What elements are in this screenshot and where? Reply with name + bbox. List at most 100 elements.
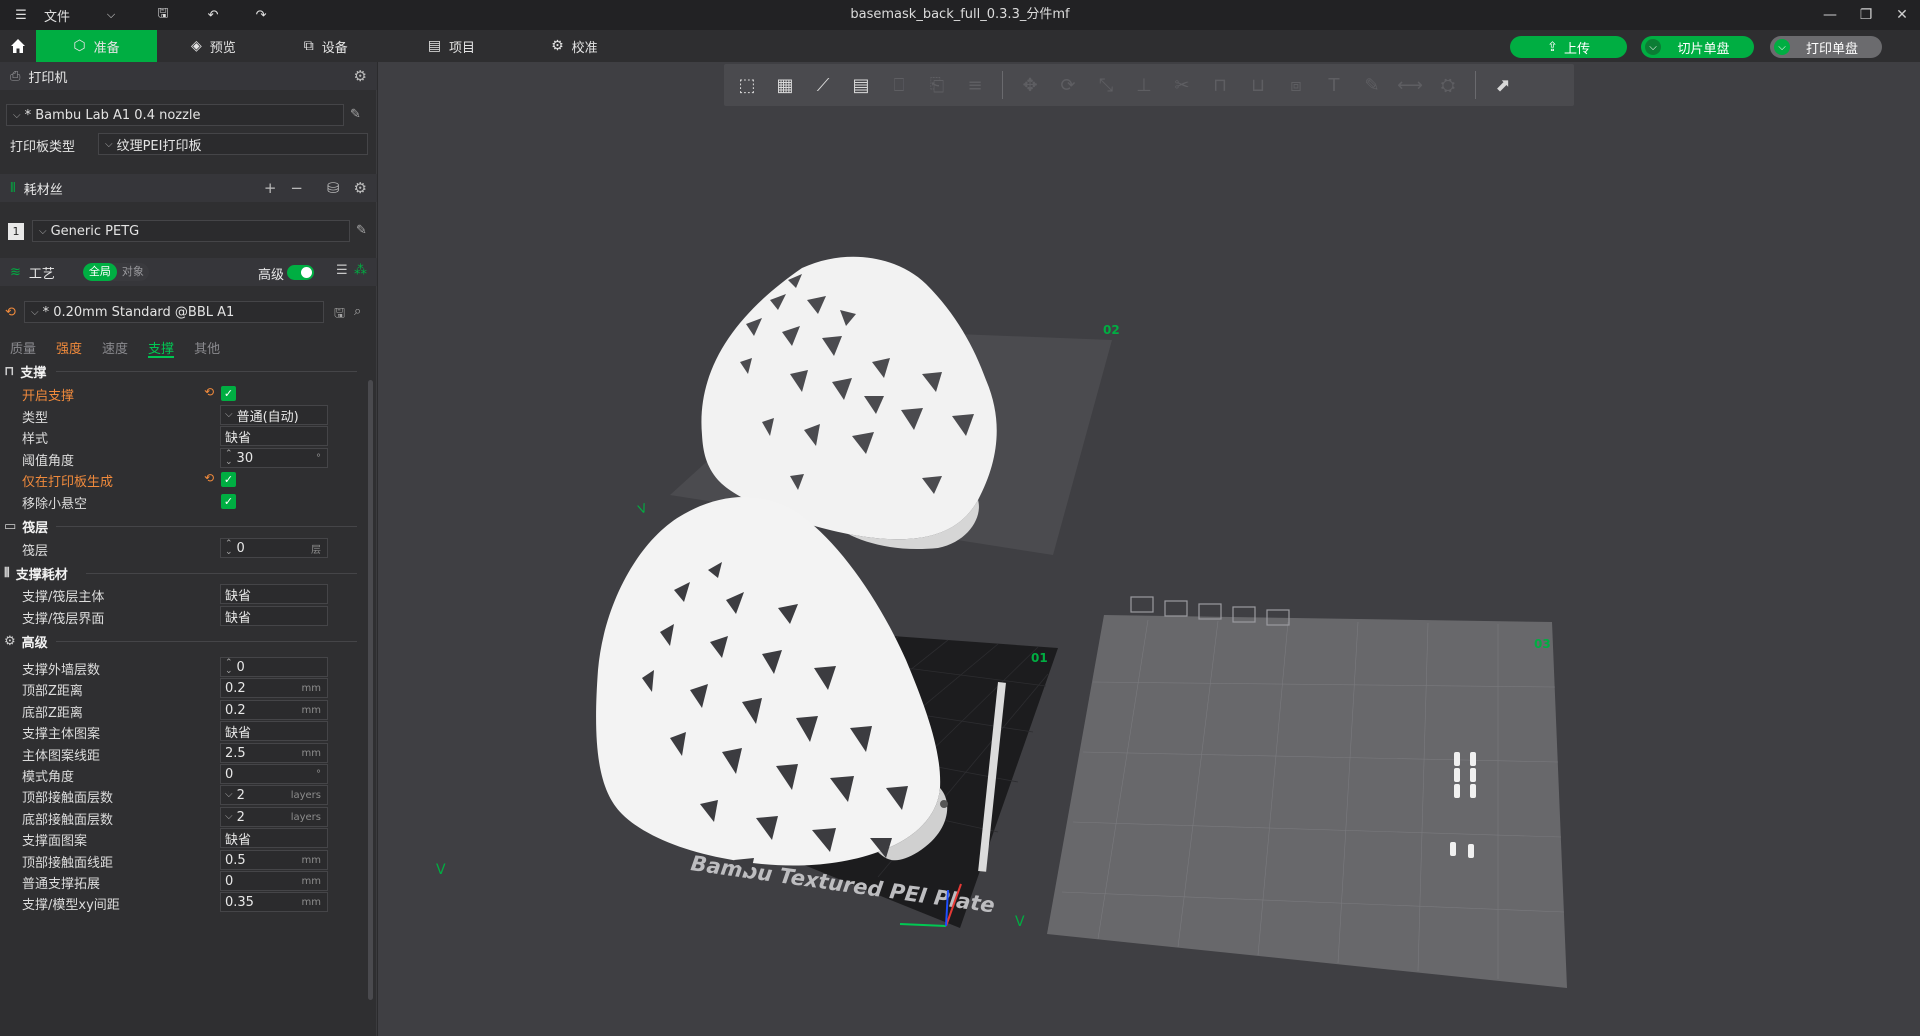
minimize-icon[interactable]: — xyxy=(1812,0,1848,30)
process-section-header: ≋ 工艺 全局 对象 高级 ☰ ⁂ xyxy=(0,258,377,286)
field-unit: mm xyxy=(301,682,321,694)
edit-icon[interactable]: ✎ xyxy=(356,223,367,238)
home-button[interactable] xyxy=(0,30,36,62)
chevron-down-icon[interactable]: ⌵ xyxy=(225,812,233,822)
remove-small-overhang-checkbox[interactable]: ✓ xyxy=(221,494,236,509)
field-value: 0 xyxy=(225,766,234,782)
reset-icon[interactable]: ⟲ xyxy=(204,385,214,399)
filament-preset-select[interactable]: ⌵ Generic PETG xyxy=(32,220,350,242)
home-icon xyxy=(11,39,25,53)
printer-icon: ⎙ xyxy=(10,68,21,84)
field-value: 0 xyxy=(225,873,234,889)
support-base-filament-label: 支撑/筏层主体 xyxy=(22,590,105,605)
upload-button[interactable]: ⇪ 上传 xyxy=(1510,36,1627,58)
axis-x xyxy=(899,923,947,927)
undo-icon[interactable]: ↶ xyxy=(202,4,224,26)
field-value: 2 xyxy=(236,787,245,803)
list-view-icon[interactable]: ☰ xyxy=(336,263,348,278)
support-advanced-label: 主体图案线距 xyxy=(22,749,101,764)
tab-calibration[interactable]: ⚙ 校准 xyxy=(503,30,626,62)
model-mount-hole xyxy=(940,800,948,808)
support-style-select[interactable]: 缺省 xyxy=(220,426,328,446)
support-advanced-field[interactable]: ⌵ 2 layers xyxy=(220,785,328,805)
remove-small-overhang-label: 移除小悬空 xyxy=(22,497,88,512)
plate-3[interactable] xyxy=(1047,615,1567,988)
field-value: 0 xyxy=(236,659,245,675)
on-plate-only-label: 仅在打印板生成 xyxy=(22,475,114,490)
support-advanced-field[interactable]: 0 mm xyxy=(220,871,328,891)
sidebar-scrollbar[interactable] xyxy=(368,380,373,1000)
chevron-down-icon[interactable]: ⌵ xyxy=(225,790,233,800)
hamburger-menu-icon[interactable]: ☰ xyxy=(10,4,32,26)
save-icon[interactable]: 🖫 xyxy=(152,4,174,26)
support-advanced-field[interactable]: 2.5 mm xyxy=(220,743,328,763)
printer-preset-select[interactable]: ⌵ * Bambu Lab A1 0.4 nozzle xyxy=(6,104,344,126)
support-advanced-field[interactable]: 缺省 xyxy=(220,721,328,741)
scene[interactable]: 02 ᐯ 03 Bambu Textured PEI Plate 01 ᐯ ᐯ xyxy=(378,62,1920,1036)
tab-preview[interactable]: ◈ 预览 xyxy=(157,30,264,62)
save-preset-icon[interactable]: 🖫 xyxy=(334,304,345,326)
gear-icon[interactable]: ⚙ xyxy=(354,67,367,85)
reset-icon[interactable]: ⟲ xyxy=(5,305,16,320)
advanced-toggle[interactable] xyxy=(287,265,314,280)
chevron-down-icon[interactable]: ⌵ xyxy=(100,4,122,26)
search-icon[interactable]: ⌕ xyxy=(354,304,361,319)
gear-icon[interactable]: ⚙ xyxy=(354,179,367,197)
support-advanced-field[interactable]: 0 ° xyxy=(220,764,328,784)
project-icon: ▤ xyxy=(427,38,442,54)
close-icon[interactable]: ✕ xyxy=(1884,0,1920,30)
support-type-label: 类型 xyxy=(22,411,49,426)
field-value: 2.5 xyxy=(225,745,246,761)
chevron-down-icon: ⌵ xyxy=(105,138,113,150)
field-unit: mm xyxy=(301,875,321,887)
support-advanced-label: 顶部Z距离 xyxy=(22,684,83,699)
plate-type-select[interactable]: ⌵ 纹理PEI打印板 xyxy=(98,133,368,155)
plate-1-number: 01 xyxy=(1031,651,1048,665)
field-value: 0.2 xyxy=(225,680,246,696)
print-plate-button[interactable]: ⌵ 打印单盘 xyxy=(1770,36,1882,58)
on-plate-only-checkbox[interactable]: ✓ xyxy=(221,472,236,487)
support-interface-filament-label: 支撑/筏层界面 xyxy=(22,612,105,627)
support-advanced-field[interactable]: 0.5 mm xyxy=(220,850,328,870)
edit-icon[interactable]: ✎ xyxy=(350,107,361,122)
support-advanced-label: 支撑/模型xy间距 xyxy=(22,898,120,913)
3d-viewport[interactable]: ⬚ ▦ ⟋ ▤ ⎕ ⎗ ≡ ✥ ⟳ ⤡ ⊥ ✂ ⊓ ⊔ ⧈ T ✎ ⟷ ⛭ ⬈ … xyxy=(378,62,1920,1036)
support-advanced-field[interactable]: 0.2 mm xyxy=(220,700,328,720)
field-value: 0.5 xyxy=(225,852,246,868)
threshold-angle-input[interactable]: ⌃ ⌄ 30 ° xyxy=(220,448,328,468)
tab-device[interactable]: ⧉ 设备 xyxy=(264,30,376,62)
file-menu[interactable]: 文件 xyxy=(44,6,70,25)
chevron-down-icon[interactable]: ⌵ xyxy=(1774,39,1790,55)
support-advanced-field[interactable]: ⌵ 2 layers xyxy=(220,807,328,827)
remove-icon[interactable]: − xyxy=(290,179,303,197)
support-interface-filament-select[interactable]: 缺省 xyxy=(220,606,328,626)
chevron-down-icon[interactable]: ⌵ xyxy=(1645,39,1661,55)
support-type-select[interactable]: ⌵ 普通(自动) xyxy=(220,405,328,425)
compare-icon[interactable]: ⁂ xyxy=(354,263,367,278)
reset-icon[interactable]: ⟲ xyxy=(204,471,214,485)
slice-plate-button[interactable]: ⌵ 切片单盘 xyxy=(1641,36,1754,58)
enable-support-checkbox[interactable]: ✓ xyxy=(221,386,236,401)
add-icon[interactable]: + xyxy=(264,179,277,197)
field-unit: ° xyxy=(316,768,321,780)
support-advanced-label: 底部Z距离 xyxy=(22,706,83,721)
support-advanced-label: 顶部接触面层数 xyxy=(22,791,114,806)
filament-icon: ⦀ xyxy=(4,566,10,581)
redo-icon[interactable]: ↷ xyxy=(250,4,272,26)
sync-filament-icon[interactable]: ⛁ xyxy=(327,179,340,197)
raft-layers-input[interactable]: ⌃ ⌄ 0 层 xyxy=(220,538,328,558)
support-advanced-field[interactable]: 0.2 mm xyxy=(220,678,328,698)
process-preset-select[interactable]: ⌵ * 0.20mm Standard @BBL A1 xyxy=(24,301,324,323)
support-advanced-field[interactable]: 0.35 mm xyxy=(220,892,328,912)
support-base-filament-select[interactable]: 缺省 xyxy=(220,584,328,604)
support-advanced-field[interactable]: ⌃ ⌄ 0 xyxy=(220,657,328,677)
filament-slot-badge[interactable]: 1 xyxy=(8,223,24,240)
tab-project[interactable]: ▤ 项目 xyxy=(376,30,503,62)
window-title: basemask_back_full_0.3.3_分件mf xyxy=(850,7,1070,22)
tab-prepare[interactable]: ⬡ 准备 xyxy=(36,30,157,62)
support-advanced-field[interactable]: 缺省 xyxy=(220,828,328,848)
restore-icon[interactable]: ❐ xyxy=(1848,0,1884,30)
stepper-icon[interactable]: ⌃ ⌄ xyxy=(225,659,233,676)
global-object-toggle[interactable]: 全局 对象 xyxy=(82,263,149,281)
device-icon: ⧉ xyxy=(303,38,314,54)
